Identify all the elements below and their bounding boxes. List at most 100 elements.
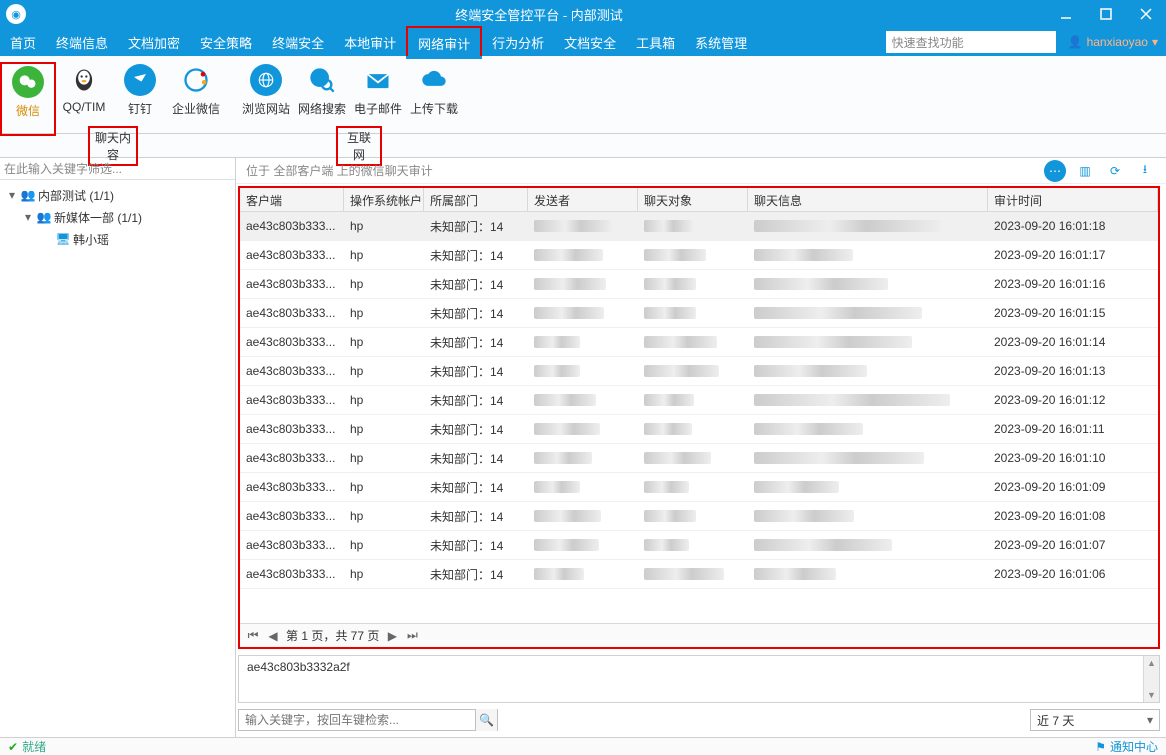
table-row[interactable]: ae43c803b333...hp未知部门：142023-09-20 16:01… (240, 444, 1158, 473)
cell-dept: 未知部门：14 (424, 537, 528, 554)
menu-local-audit[interactable]: 本地审计 (334, 28, 406, 56)
cell-time: 2023-09-20 16:01:18 (988, 219, 1158, 233)
cell-sender (528, 336, 638, 348)
table-row[interactable]: ae43c803b333...hp未知部门：142023-09-20 16:01… (240, 415, 1158, 444)
breadcrumb: 位于 全部客户端 上的微信聊天审计 ⋯ ▥ ⟳ ⭳ (236, 158, 1166, 184)
detail-client-id: ae43c803b3332a2f (247, 660, 350, 674)
cell-msg (748, 481, 988, 493)
ribbon-qq[interactable]: QQ/TIM (56, 62, 112, 116)
menu-home[interactable]: 首页 (0, 28, 46, 56)
table-row[interactable]: ae43c803b333...hp未知部门：142023-09-20 16:01… (240, 473, 1158, 502)
cell-msg (748, 336, 988, 348)
cell-time: 2023-09-20 16:01:10 (988, 451, 1158, 465)
table-row[interactable]: ae43c803b333...hp未知部门：142023-09-20 16:01… (240, 502, 1158, 531)
ribbon-wechat[interactable]: 微信 (0, 62, 56, 136)
refresh-icon[interactable]: ⟳ (1104, 160, 1126, 182)
grid-header: 客户端 操作系统帐户 所属部门 发送者 聊天对象 聊天信息 审计时间 (240, 188, 1158, 212)
menu-system-mgmt[interactable]: 系统管理 (685, 28, 757, 56)
user-icon: 👤 (1068, 35, 1083, 49)
menu-doc-encrypt[interactable]: 文档加密 (118, 28, 190, 56)
table-row[interactable]: ae43c803b333...hp未知部门：142023-09-20 16:01… (240, 212, 1158, 241)
download-icon[interactable]: ⭳ (1134, 160, 1156, 182)
table-row[interactable]: ae43c803b333...hp未知部门：142023-09-20 16:01… (240, 241, 1158, 270)
titlebar: ◉ 终端安全管控平台 - 内部测试 (0, 0, 1166, 28)
cell-os: hp (344, 567, 424, 581)
menu-behavior-analysis[interactable]: 行为分析 (482, 28, 554, 56)
menu-security-policy[interactable]: 安全策略 (190, 28, 262, 56)
columns-icon[interactable]: ▥ (1074, 160, 1096, 182)
user-menu[interactable]: 👤 hanxiaoyao ▾ (1060, 28, 1166, 56)
cell-sender (528, 539, 638, 551)
col-client[interactable]: 客户端 (240, 188, 344, 211)
cell-target (638, 452, 748, 464)
cell-sender (528, 568, 638, 580)
tree-node-root[interactable]: ▾ 👥 内部测试 (1/1) (0, 184, 235, 206)
notification-center[interactable]: ⚑ 通知中心 (1095, 738, 1158, 755)
tree-node-dept[interactable]: ▾ 👥 新媒体一部 (1/1) (0, 206, 235, 228)
cell-client: ae43c803b333... (240, 451, 344, 465)
col-time[interactable]: 审计时间 (988, 188, 1158, 211)
cell-msg (748, 423, 988, 435)
page-last[interactable]: ⏭ (405, 628, 419, 643)
ribbon-workwx[interactable]: 企业微信 (168, 62, 224, 119)
grid-body[interactable]: ae43c803b333...hp未知部门：142023-09-20 16:01… (240, 212, 1158, 623)
date-range-select[interactable]: 近 7 天 ▾ (1030, 709, 1160, 731)
paginator: ⏮ ◀ 第 1 页，共 77 页 ▶ ⏭ (240, 623, 1158, 647)
cell-msg (748, 539, 988, 551)
cell-os: hp (344, 306, 424, 320)
minimize-button[interactable] (1046, 0, 1086, 28)
chevron-down-icon: ▾ (1152, 35, 1158, 49)
cell-sender (528, 220, 638, 232)
cell-time: 2023-09-20 16:01:13 (988, 364, 1158, 378)
table-row[interactable]: ae43c803b333...hp未知部门：142023-09-20 16:01… (240, 357, 1158, 386)
menu-terminal-security[interactable]: 终端安全 (262, 28, 334, 56)
close-button[interactable] (1126, 0, 1166, 28)
col-dept[interactable]: 所属部门 (424, 188, 528, 211)
ribbon-browse[interactable]: 浏览网站 (238, 62, 294, 119)
page-next[interactable]: ▶ (385, 629, 399, 643)
cell-client: ae43c803b333... (240, 335, 344, 349)
col-os[interactable]: 操作系统帐户 (344, 188, 424, 211)
ribbon-updown[interactable]: 上传下载 (406, 62, 462, 119)
collapse-icon[interactable]: ▾ (6, 188, 18, 202)
cell-sender (528, 365, 638, 377)
table-row[interactable]: ae43c803b333...hp未知部门：142023-09-20 16:01… (240, 328, 1158, 357)
col-target[interactable]: 聊天对象 (638, 188, 748, 211)
statusbar: ✔ 就绪 ⚑ 通知中心 (0, 737, 1166, 755)
col-sender[interactable]: 发送者 (528, 188, 638, 211)
cell-sender (528, 249, 638, 261)
cell-time: 2023-09-20 16:01:17 (988, 248, 1158, 262)
detail-scrollbar[interactable] (1143, 656, 1159, 702)
search-icon[interactable]: 🔍 (475, 709, 497, 731)
menu-terminal-info[interactable]: 终端信息 (46, 28, 118, 56)
quick-search-input[interactable]: 快速查找功能 (886, 31, 1056, 53)
ribbon-websearch[interactable]: 网络搜索 (294, 62, 350, 119)
col-msg[interactable]: 聊天信息 (748, 188, 988, 211)
table-row[interactable]: ae43c803b333...hp未知部门：142023-09-20 16:01… (240, 531, 1158, 560)
cell-sender (528, 452, 638, 464)
tree-node-user[interactable]: 🖥 韩小瑶 (0, 228, 235, 250)
table-row[interactable]: ae43c803b333...hp未知部门：142023-09-20 16:01… (240, 270, 1158, 299)
email-icon (362, 64, 394, 96)
cell-target (638, 220, 748, 232)
page-prev[interactable]: ◀ (266, 629, 280, 643)
ribbon-dingtalk[interactable]: 钉钉 (112, 62, 168, 119)
chat-bubble-icon[interactable]: ⋯ (1044, 160, 1066, 182)
cell-target (638, 307, 748, 319)
menu-toolbox[interactable]: 工具箱 (626, 28, 685, 56)
table-row[interactable]: ae43c803b333...hp未知部门：142023-09-20 16:01… (240, 386, 1158, 415)
tree-filter-input[interactable]: 在此输入关键字筛选... (0, 158, 235, 180)
cell-msg (748, 220, 988, 232)
menu-network-audit[interactable]: 网络审计 (406, 26, 482, 56)
table-row[interactable]: ae43c803b333...hp未知部门：142023-09-20 16:01… (240, 560, 1158, 589)
ribbon-email[interactable]: 电子邮件 (350, 62, 406, 119)
page-first[interactable]: ⏮ (246, 628, 260, 643)
menu-doc-security[interactable]: 文档安全 (554, 28, 626, 56)
cell-dept: 未知部门：14 (424, 508, 528, 525)
collapse-icon[interactable]: ▾ (22, 210, 34, 224)
keyword-input[interactable] (239, 713, 475, 727)
cell-time: 2023-09-20 16:01:12 (988, 393, 1158, 407)
cell-time: 2023-09-20 16:01:15 (988, 306, 1158, 320)
table-row[interactable]: ae43c803b333...hp未知部门：142023-09-20 16:01… (240, 299, 1158, 328)
maximize-button[interactable] (1086, 0, 1126, 28)
